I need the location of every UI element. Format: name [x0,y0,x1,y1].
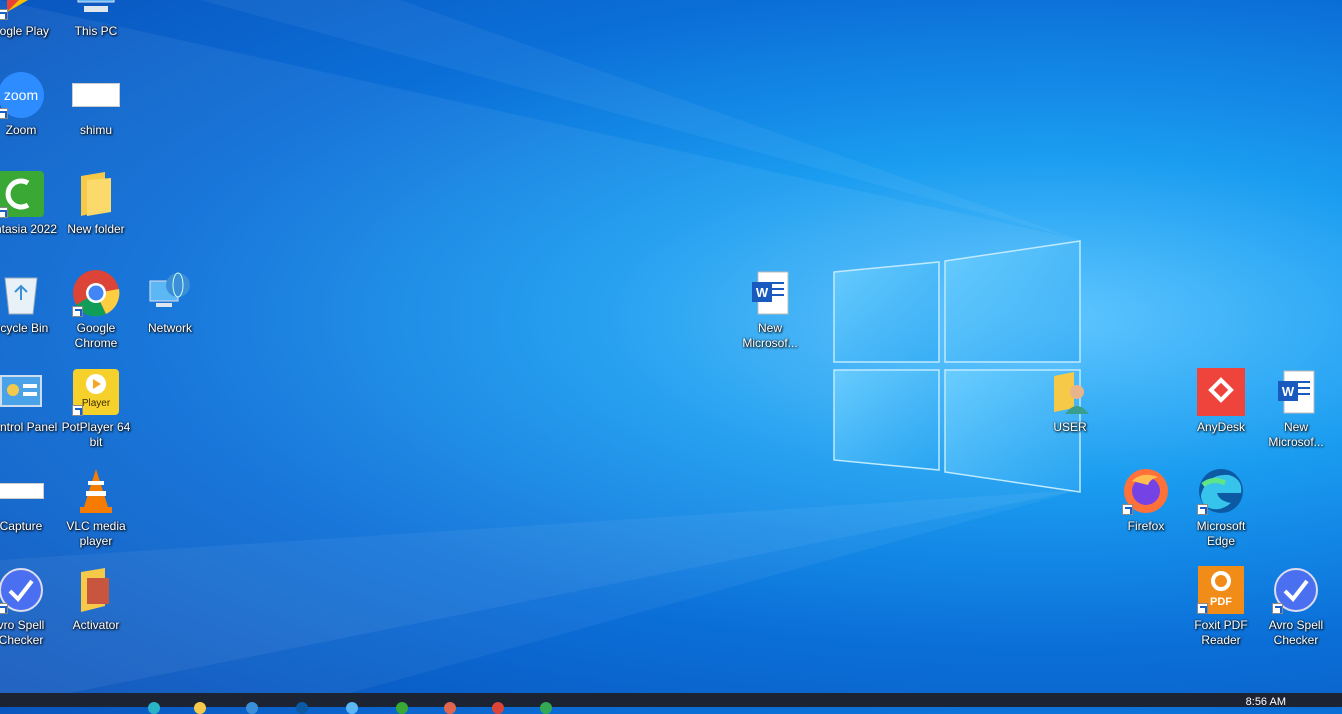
capture-thumbnail-icon [0,467,45,515]
word-document-icon: W [1272,368,1320,416]
avro-checkmark-icon [1272,566,1320,614]
shortcut-arrow-icon [72,405,83,416]
icon-label: AnyDesk [1196,420,1246,434]
recycle-bin-icon [0,269,45,317]
svg-text:W: W [756,285,769,300]
taskbar-app-icon[interactable] [246,702,258,714]
desktop-icon-zoom[interactable]: zoom Zoom [0,71,58,138]
icon-label: Microsoft Edge [1196,519,1246,548]
taskbar-clock[interactable]: 8:56 AM [1246,696,1286,708]
document-thumbnail [0,483,44,499]
icon-label: Foxit PDF Reader [1194,618,1248,647]
desktop-icon-capture[interactable]: Capture [0,467,58,534]
shortcut-arrow-icon [0,207,8,218]
desktop-icon-vlc[interactable]: VLC media player [59,467,133,549]
desktop-icon-avro-right[interactable]: Avro Spell Checker [1259,566,1333,648]
desktop-icon-activator[interactable]: Activator [59,566,133,633]
desktop-icon-firefox[interactable]: Firefox [1109,467,1183,534]
desktop-icon-new-word-right[interactable]: W New Microsof... [1259,368,1333,450]
icon-label: oogle Play [0,24,50,38]
taskbar-app-icon[interactable] [346,702,358,714]
icon-label: amtasia 2022 [0,222,58,236]
desktop-icon-shimu[interactable]: shimu [59,71,133,138]
icon-label: Google Chrome [74,321,118,350]
folder-icon [72,170,120,218]
shortcut-arrow-icon [1122,504,1133,515]
taskbar-app-icon[interactable] [296,702,308,714]
shortcut-arrow-icon [1272,603,1283,614]
google-play-icon [0,0,45,20]
taskbar-app-icon[interactable] [540,702,552,714]
desktop-icon-avro-left[interactable]: vro Spell Checker [0,566,58,648]
camtasia-icon [0,170,45,218]
activator-icon [72,566,120,614]
desktop-icon-network[interactable]: Network [133,269,207,336]
foxit-pdf-icon: PDF [1197,566,1245,614]
desktop-wallpaper [0,0,1081,707]
firefox-icon [1122,467,1170,515]
icon-label: New folder [67,222,125,236]
control-panel-icon [0,368,45,416]
icon-label: New Microsof... [1268,420,1324,449]
shortcut-arrow-icon [0,9,8,20]
vlc-cone-icon [72,467,120,515]
icon-label: Firefox [1127,519,1165,533]
taskbar-app-icon[interactable] [444,702,456,714]
user-folder-icon [1046,368,1094,416]
anydesk-icon [1197,368,1245,416]
taskbar-app-icon[interactable] [396,702,408,714]
shortcut-arrow-icon [1197,603,1208,614]
shortcut-arrow-icon [0,603,8,614]
desktop-icon-google-play[interactable]: oogle Play [0,0,58,39]
computer-icon [72,0,120,20]
edge-icon [1197,467,1245,515]
icon-label: Activator [72,618,120,632]
desktop-icon-this-pc[interactable]: This PC [59,0,133,39]
avro-checkmark-icon [0,566,45,614]
icon-label: Zoom [5,123,37,137]
icon-label: vro Spell Checker [0,618,45,647]
document-thumbnail-icon [72,71,120,119]
desktop-icon-new-folder[interactable]: New folder [59,170,133,237]
chrome-icon [72,269,120,317]
desktop-icon-recycle-bin[interactable]: ecycle Bin [0,269,58,336]
desktop-icon-anydesk[interactable]: AnyDesk [1184,368,1258,435]
document-thumbnail [72,83,120,107]
svg-text:W: W [1282,384,1295,399]
taskbar-app-icon[interactable] [194,702,206,714]
icon-label: PotPlayer 64 bit [61,420,131,449]
icon-label: This PC [74,24,118,38]
icon-label: ecycle Bin [0,321,49,335]
shortcut-arrow-icon [72,306,83,317]
desktop-icon-foxit[interactable]: PDF Foxit PDF Reader [1184,566,1258,648]
shortcut-arrow-icon [0,108,8,119]
desktop-icon-new-word-center[interactable]: W New Microsof... [733,269,807,351]
network-globe-icon [146,269,194,317]
shortcut-arrow-icon [1197,504,1208,515]
icon-label: USER [1053,420,1087,434]
desktop-icon-user[interactable]: USER [1033,368,1107,435]
desktop-icon-google-chrome[interactable]: Google Chrome [59,269,133,351]
icon-label: Avro Spell Checker [1268,618,1324,647]
icon-label: Network [147,321,192,335]
desktop-icon-camtasia[interactable]: amtasia 2022 [0,170,58,237]
icon-label: VLC media player [66,519,126,548]
icon-label: shimu [79,123,112,137]
desktop-icon-potplayer[interactable]: Player PotPlayer 64 bit [59,368,133,450]
icon-label: New Microsof... [742,321,798,350]
icon-label: Capture [0,519,43,533]
desktop-icon-control-panel[interactable]: Control Panel [0,368,58,435]
potplayer-icon: Player [72,368,120,416]
taskbar-app-icon[interactable] [148,702,160,714]
icon-label: Control Panel [0,420,58,434]
taskbar-app-icon[interactable] [492,702,504,714]
word-document-icon: W [746,269,794,317]
zoom-icon: zoom [0,71,45,119]
desktop-icon-edge[interactable]: Microsoft Edge [1184,467,1258,549]
